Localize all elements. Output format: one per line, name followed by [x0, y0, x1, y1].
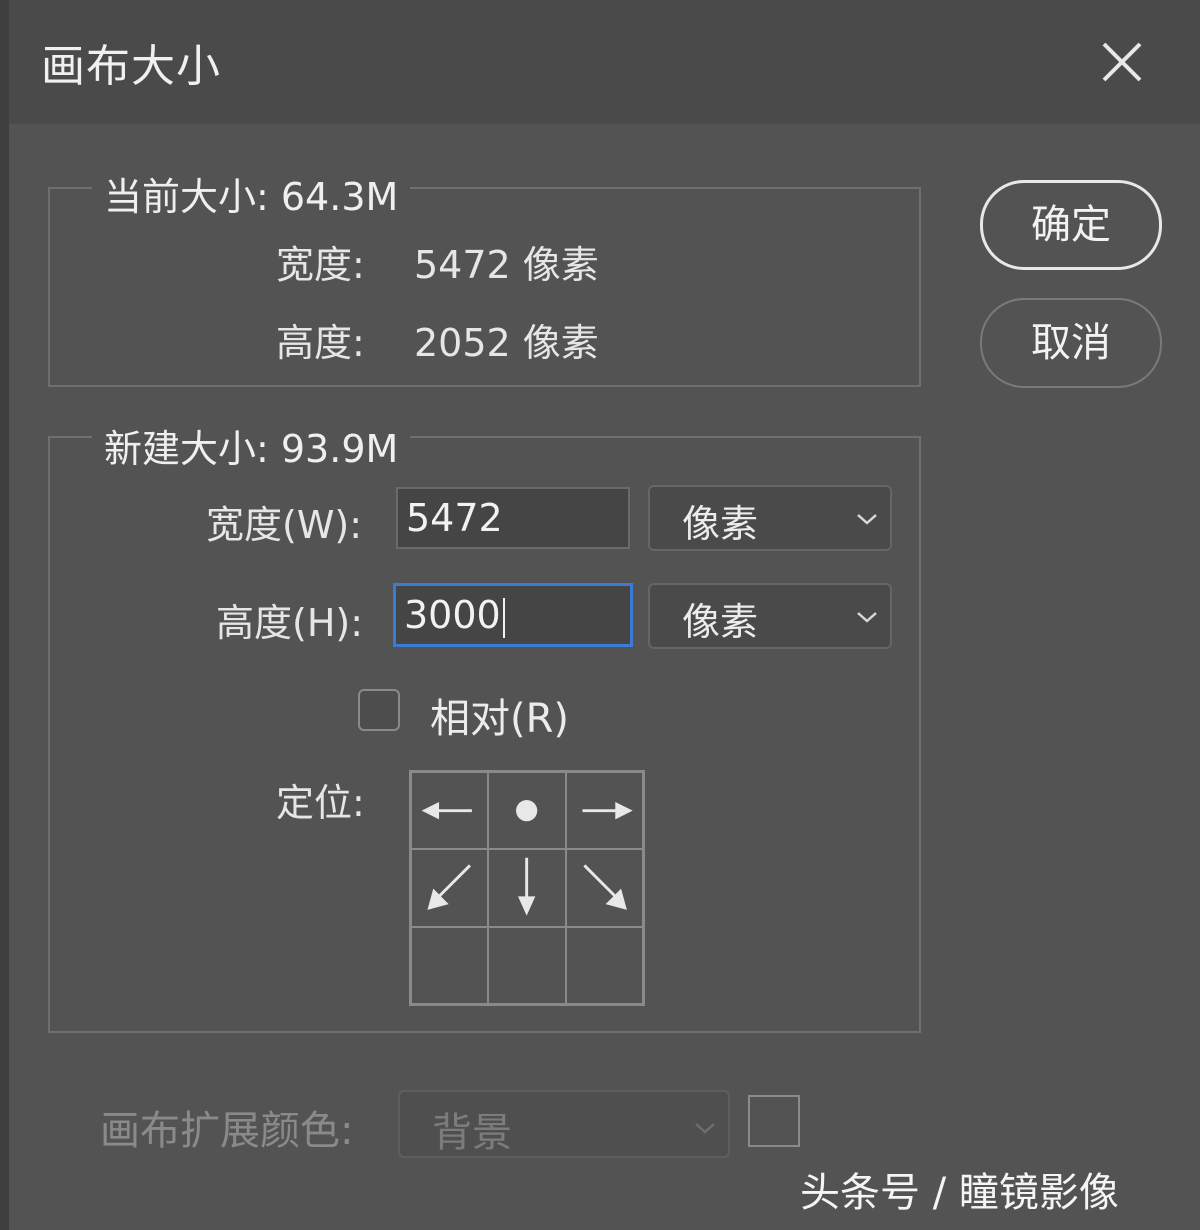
anchor-cell-top-left[interactable] [411, 772, 489, 850]
window-edge [0, 0, 9, 1230]
relative-label[interactable]: 相对(R) [430, 686, 569, 744]
cancel-button[interactable]: 取消 [980, 298, 1162, 388]
canvas-size-dialog: 画布大小 当前大小: 64.3M 宽度: 5472 像素 高度: 2052 像素… [0, 0, 1200, 1230]
chevron-down-icon [857, 612, 877, 623]
ok-button[interactable]: 确定 [980, 180, 1162, 270]
current-height-value: 2052 像素 [414, 321, 599, 365]
anchor-cell-middle-left[interactable] [411, 849, 489, 927]
color-swatch[interactable] [748, 1095, 800, 1147]
height-unit-value: 像素 [682, 600, 759, 644]
anchor-cell-top-center[interactable] [488, 772, 566, 850]
height-input[interactable]: 3000 [393, 583, 633, 647]
current-size-legend: 当前大小: 64.3M [92, 166, 411, 221]
titlebar: 画布大小 [9, 0, 1200, 124]
relative-checkbox[interactable] [358, 689, 400, 731]
width-input[interactable]: 5472 [396, 487, 630, 549]
close-icon[interactable] [1098, 38, 1146, 86]
dialog-title: 画布大小 [41, 41, 221, 92]
anchor-cell-middle-center[interactable] [488, 849, 566, 927]
arrow-down-right-icon [583, 864, 627, 911]
current-width-value: 5472 像素 [414, 243, 599, 287]
width-unit-select[interactable]: 像素 [648, 485, 892, 551]
width-input-value: 5472 [406, 496, 503, 540]
anchor-dot-icon [516, 800, 538, 822]
anchor-cell-middle-right[interactable] [565, 849, 643, 927]
anchor-cell-bottom-left[interactable] [411, 926, 489, 1004]
watermark: 头条号 / 瞳镜影像 [800, 1170, 1119, 1216]
current-height-label: 高度: [276, 321, 365, 365]
new-width-label: 宽度(W): [206, 503, 363, 547]
anchor-grid[interactable] [409, 770, 645, 1006]
anchor-cell-bottom-center[interactable] [488, 926, 566, 1004]
chevron-down-icon [695, 1123, 715, 1134]
current-width-label: 宽度: [276, 243, 365, 287]
new-height-label: 高度(H): [216, 601, 364, 645]
anchor-cell-bottom-right[interactable] [565, 926, 643, 1004]
canvas-extension-color-value: 背景 [432, 1110, 512, 1156]
text-caret [502, 597, 505, 638]
arrow-left-icon [421, 801, 472, 820]
new-size-legend: 新建大小: 93.9M [92, 418, 411, 473]
chevron-down-icon [857, 514, 877, 525]
anchor-cell-top-right[interactable] [565, 772, 643, 850]
height-unit-select[interactable]: 像素 [648, 583, 892, 649]
height-input-value: 3000 [404, 593, 501, 637]
canvas-extension-color-label: 画布扩展颜色: [100, 1108, 354, 1154]
arrow-down-icon [518, 858, 536, 916]
arrow-right-icon [582, 801, 633, 820]
anchor-label: 定位: [276, 781, 365, 825]
width-unit-value: 像素 [682, 502, 759, 546]
arrow-down-left-icon [427, 864, 471, 911]
canvas-extension-color-select[interactable]: 背景 [398, 1090, 730, 1158]
